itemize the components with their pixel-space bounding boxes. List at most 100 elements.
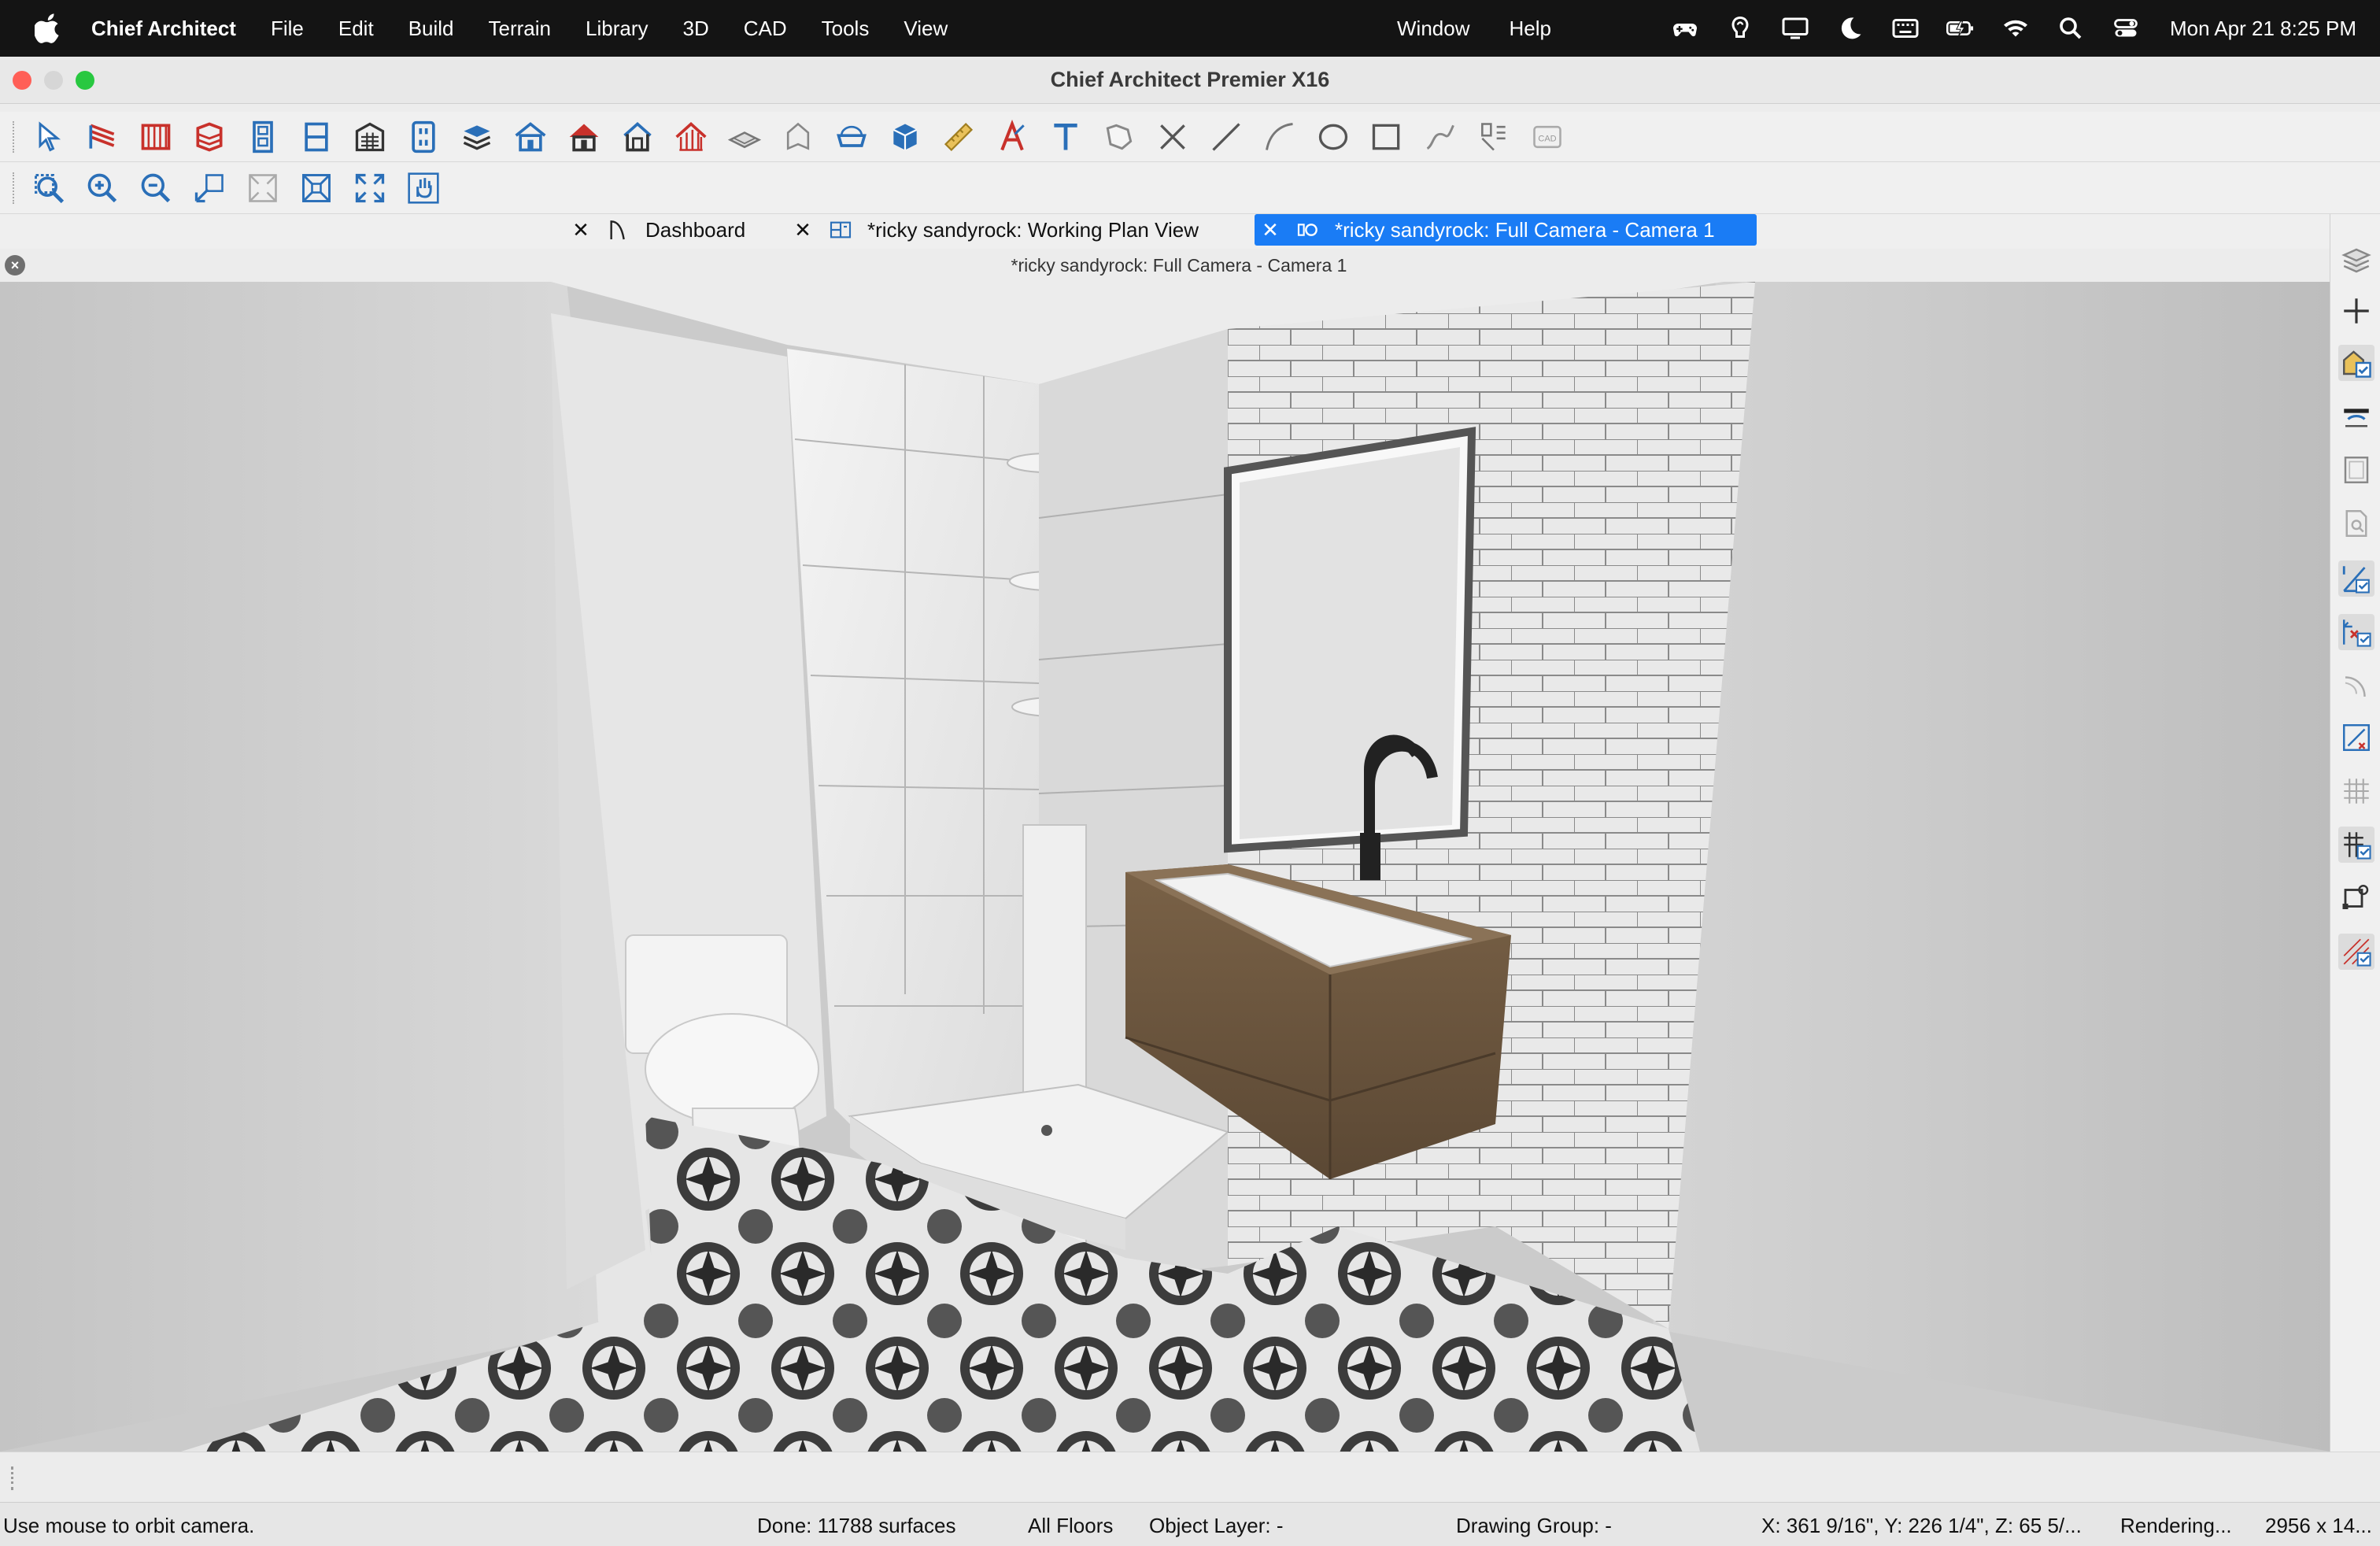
- tab-full-camera[interactable]: ✕ *ricky sandyrock: Full Camera - Camera…: [1255, 214, 1757, 246]
- gamepad-icon[interactable]: [1669, 13, 1701, 44]
- box-tools-button[interactable]: [1365, 117, 1409, 157]
- wall-icon: [89, 124, 115, 149]
- zoom-in-button[interactable]: [80, 168, 124, 209]
- layers-button[interactable]: [2338, 242, 2374, 279]
- undo-zoom-button[interactable]: [187, 168, 231, 209]
- menu-view[interactable]: View: [904, 17, 948, 41]
- tab-working-plan-view[interactable]: ✕ *ricky sandyrock: Working Plan View: [787, 214, 1251, 246]
- arc-icon: [1266, 122, 1293, 150]
- dormer-tools-button[interactable]: [562, 117, 606, 157]
- tab-close-icon[interactable]: ✕: [1255, 218, 1286, 242]
- cabinet-tools-button[interactable]: [187, 117, 231, 157]
- grid-snap-button[interactable]: [2338, 719, 2374, 756]
- window-tools-button[interactable]: [294, 117, 338, 157]
- menu-app-name[interactable]: Chief Architect: [91, 17, 236, 41]
- house-wizard-button[interactable]: [615, 117, 660, 157]
- preview-button[interactable]: [2338, 505, 2374, 542]
- edit-handles-button[interactable]: [2338, 880, 2374, 916]
- angle-snap-button[interactable]: [2338, 560, 2374, 597]
- location-icon[interactable]: [1724, 13, 1756, 44]
- menu-help[interactable]: Help: [1509, 17, 1550, 41]
- tab-dashboard[interactable]: ✕ Dashboard: [565, 214, 785, 246]
- text-tools-button[interactable]: [1044, 117, 1088, 157]
- grid-display-button[interactable]: [2338, 773, 2374, 809]
- tab-close-icon[interactable]: ✕: [565, 218, 597, 242]
- fill-window-building-button[interactable]: [294, 168, 338, 209]
- zoom-button[interactable]: [27, 168, 71, 209]
- menu-file[interactable]: File: [271, 17, 304, 41]
- page-view-button[interactable]: [2338, 452, 2374, 488]
- expand-icon: [355, 173, 385, 202]
- menu-tools[interactable]: Tools: [822, 17, 870, 41]
- toolbar-grip-2[interactable]: [13, 172, 17, 204]
- cabinet-icon: [196, 122, 223, 151]
- moon-icon[interactable]: [1835, 13, 1866, 44]
- status-view-size: 2956 x 14...: [2265, 1514, 2372, 1537]
- reference-grid-button[interactable]: [2338, 827, 2374, 863]
- arc-snap-button[interactable]: [2338, 668, 2374, 704]
- floor-tools-button[interactable]: [455, 117, 499, 157]
- battery-icon[interactable]: [1945, 13, 1976, 44]
- window-title: Chief Architect Premier X16: [1050, 68, 1330, 91]
- delete-objects-button[interactable]: [1151, 117, 1195, 157]
- cad-shapes-button[interactable]: [1097, 117, 1141, 157]
- control-center-icon[interactable]: [2110, 13, 2142, 44]
- roof-tools-button[interactable]: [508, 117, 552, 157]
- door-tools-button[interactable]: [241, 117, 285, 157]
- line-tools-button[interactable]: [1204, 117, 1248, 157]
- cad-block-button[interactable]: CAD: [1525, 117, 1569, 157]
- framing-tools-button[interactable]: [669, 117, 713, 157]
- red-roof-house-icon: [569, 124, 599, 151]
- zoom-out-button[interactable]: [134, 168, 178, 209]
- full-screen-button[interactable]: [348, 168, 392, 209]
- dock-grip[interactable]: [11, 1466, 14, 1490]
- spline-tools-button[interactable]: [1418, 117, 1462, 157]
- dimension-tools-button[interactable]: [937, 117, 981, 157]
- menu-cad[interactable]: CAD: [744, 17, 787, 41]
- layout-tools-button[interactable]: [1472, 117, 1516, 157]
- view-toolbar: [0, 162, 2380, 214]
- text-style-button[interactable]: [990, 117, 1034, 157]
- stairs-tools-button[interactable]: [348, 117, 392, 157]
- menu-window[interactable]: Window: [1397, 17, 1469, 41]
- apple-icon[interactable]: [35, 13, 63, 44]
- wall-tools-button[interactable]: [80, 117, 124, 157]
- menubar-clock[interactable]: Mon Apr 21 8:25 PM: [2170, 17, 2356, 41]
- menu-3d[interactable]: 3D: [682, 17, 708, 41]
- tab-label: Dashboard: [645, 217, 746, 242]
- camera-viewport[interactable]: [0, 282, 2330, 1452]
- add-button[interactable]: [2338, 293, 2374, 329]
- railing-tools-button[interactable]: [134, 117, 178, 157]
- appliance-tools-button[interactable]: [830, 117, 874, 157]
- pan-button[interactable]: [401, 168, 445, 209]
- display-icon[interactable]: [1779, 13, 1811, 44]
- circle-tools-button[interactable]: [1311, 117, 1355, 157]
- menu-edit[interactable]: Edit: [338, 17, 374, 41]
- keyboard-icon[interactable]: [1890, 13, 1921, 44]
- lower-dock: [0, 1452, 2380, 1502]
- wifi-icon[interactable]: [2000, 13, 2031, 44]
- fill-window-button[interactable]: [241, 168, 285, 209]
- arc-tools-button[interactable]: [1258, 117, 1302, 157]
- search-icon[interactable]: [2055, 13, 2086, 44]
- ruler-display-button[interactable]: [2338, 398, 2374, 435]
- bathroom-render[interactable]: [0, 282, 2330, 1452]
- display-settings-button[interactable]: [2338, 345, 2374, 381]
- menu-build[interactable]: Build: [408, 17, 454, 41]
- toolbar-grip[interactable]: [13, 120, 17, 153]
- 3d-box-button[interactable]: [883, 117, 927, 157]
- object-snap-button[interactable]: [2338, 614, 2374, 650]
- menu-library[interactable]: Library: [586, 17, 648, 41]
- stairs-icon: [355, 122, 385, 151]
- select-objects-button[interactable]: [27, 117, 71, 157]
- status-floors: All Floors: [1028, 1514, 1114, 1537]
- tab-close-icon[interactable]: ✕: [787, 218, 819, 242]
- electrical-tools-button[interactable]: [401, 117, 445, 157]
- fixtures-button[interactable]: [776, 117, 820, 157]
- menu-terrain[interactable]: Terrain: [489, 17, 551, 41]
- status-surfaces: Done: 11788 surfaces: [757, 1514, 956, 1537]
- ruler-icon: [944, 122, 974, 151]
- terrain-tools-button[interactable]: [722, 117, 767, 157]
- svg-text:CAD: CAD: [1538, 134, 1556, 143]
- bumping-button[interactable]: [2338, 934, 2374, 970]
